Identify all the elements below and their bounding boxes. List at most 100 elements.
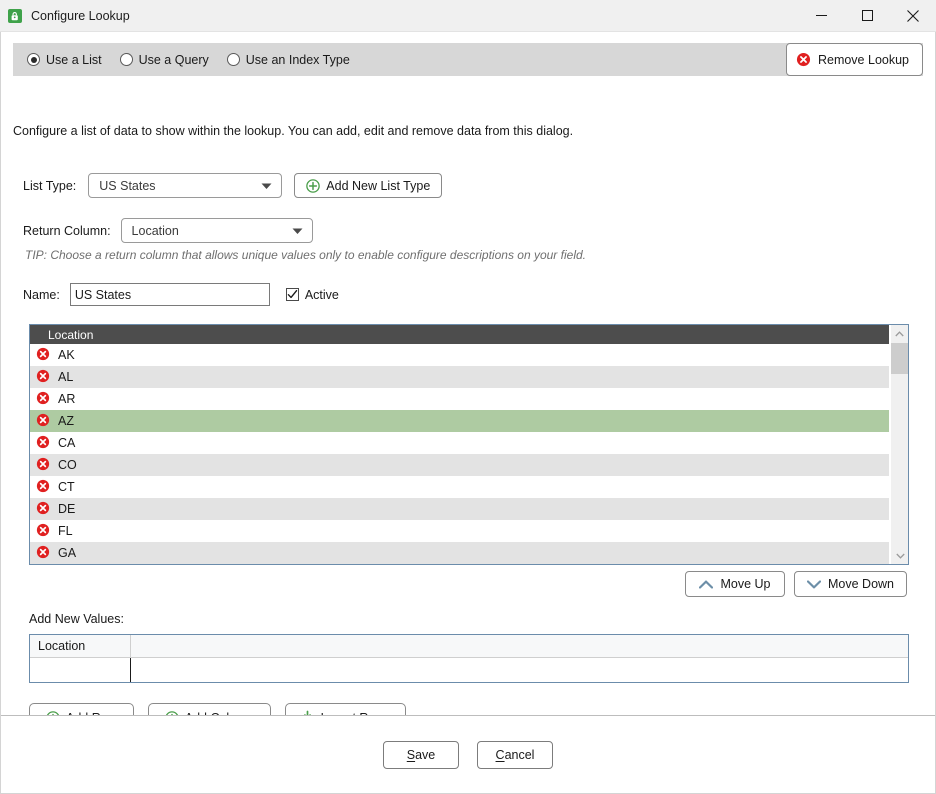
add-new-values-label: Add New Values: — [29, 612, 124, 626]
minimize-icon — [815, 15, 827, 16]
add-new-values-grid: Location — [29, 634, 909, 683]
radio-use-an-index-type[interactable]: Use an Index Type — [226, 52, 350, 67]
return-column-select[interactable]: Location — [120, 218, 313, 243]
delete-row-icon[interactable] — [36, 479, 50, 496]
table-cell-location: FL — [58, 524, 73, 538]
new-values-column-header[interactable]: Location — [30, 635, 131, 657]
move-down-button[interactable]: Move Down — [794, 571, 907, 597]
remove-lookup-label: Remove Lookup — [817, 52, 909, 67]
scroll-up-button[interactable] — [891, 325, 908, 342]
return-column-row: Return Column: Location — [23, 218, 313, 243]
chevron-down-icon — [261, 179, 272, 193]
cancel-button[interactable]: Cancel — [477, 740, 553, 769]
new-values-header-spacer — [131, 635, 139, 657]
active-label: Active — [304, 287, 339, 302]
save-label-rest: ave — [415, 747, 436, 762]
grid-vertical-scrollbar[interactable] — [890, 325, 908, 564]
green-plus-circle-icon — [306, 178, 321, 193]
new-values-entry-row[interactable] — [30, 658, 908, 682]
save-accel: S — [406, 747, 416, 762]
table-row[interactable]: DE — [30, 498, 889, 520]
delete-row-icon[interactable] — [36, 523, 50, 540]
list-type-row: List Type: US States Add New List Type — [23, 173, 443, 198]
radio-unselected-icon — [119, 53, 133, 66]
chevron-down-icon — [895, 553, 905, 559]
table-cell-location: CA — [58, 436, 76, 450]
return-column-tip: TIP: Choose a return column that allows … — [25, 248, 586, 262]
table-row[interactable]: AZ — [30, 410, 889, 432]
move-down-label: Move Down — [828, 577, 894, 591]
name-row: Name: Active — [23, 283, 339, 306]
list-type-select[interactable]: US States — [88, 173, 283, 198]
dialog-content: Use a List Use a Query Use an Index Type… — [1, 32, 935, 732]
table-row[interactable]: AR — [30, 388, 889, 410]
radio-use-a-list-label: Use a List — [46, 52, 102, 67]
close-button[interactable] — [890, 0, 936, 31]
lookup-values-grid: Location AK AL AR AZ CA CO CT DE FL GA — [29, 324, 909, 565]
cancel-accel: C — [495, 747, 505, 762]
chevron-up-icon — [895, 330, 904, 336]
delete-row-icon[interactable] — [36, 391, 50, 408]
radio-use-an-index-type-label: Use an Index Type — [245, 52, 350, 67]
delete-row-icon[interactable] — [36, 501, 50, 518]
grid-column-header[interactable]: Location — [30, 325, 889, 344]
grid-row-list: AK AL AR AZ CA CO CT DE FL GA — [30, 344, 908, 564]
table-row[interactable]: FL — [30, 520, 889, 542]
active-checkbox-wrap[interactable]: Active — [285, 287, 339, 302]
new-values-column-header-label: Location — [38, 639, 86, 653]
lookup-app-icon — [7, 8, 23, 24]
delete-row-icon[interactable] — [36, 413, 50, 430]
configure-lookup-dialog: Use a List Use a Query Use an Index Type… — [0, 32, 936, 794]
table-row[interactable]: AL — [30, 366, 889, 388]
table-row[interactable]: CT — [30, 476, 889, 498]
list-type-value: US States — [99, 178, 156, 193]
table-cell-location: AZ — [58, 414, 74, 428]
chevron-down-icon — [292, 224, 303, 238]
save-button[interactable]: Save — [383, 740, 459, 769]
chevron-up-icon — [699, 580, 714, 589]
delete-row-icon[interactable] — [36, 435, 50, 452]
new-values-header-row: Location — [30, 635, 908, 658]
cancel-label-rest: ancel — [504, 747, 535, 762]
scroll-down-button[interactable] — [891, 547, 908, 564]
window-controls — [798, 0, 936, 31]
table-row[interactable]: GA — [30, 542, 889, 564]
list-type-label: List Type: — [23, 178, 77, 193]
table-row[interactable]: CO — [30, 454, 889, 476]
move-up-button[interactable]: Move Up — [685, 571, 785, 597]
name-label: Name: — [23, 287, 60, 302]
table-row[interactable]: CA — [30, 432, 889, 454]
radio-use-a-list[interactable]: Use a List — [27, 53, 102, 67]
red-x-circle-icon — [796, 52, 811, 67]
delete-row-icon[interactable] — [36, 347, 50, 364]
return-column-label: Return Column: — [23, 223, 111, 238]
table-row[interactable]: AK — [30, 344, 889, 366]
dialog-description: Configure a list of data to show within … — [13, 124, 574, 138]
active-checkbox[interactable] — [285, 288, 299, 301]
chevron-down-icon — [807, 579, 821, 588]
grid-column-header-label: Location — [48, 327, 94, 342]
table-cell-location: GA — [58, 546, 77, 560]
delete-row-icon[interactable] — [36, 457, 50, 474]
scroll-thumb[interactable] — [891, 343, 908, 374]
close-icon — [907, 9, 919, 22]
table-cell-location: CO — [58, 458, 77, 472]
maximize-button[interactable] — [844, 0, 890, 31]
delete-row-icon[interactable] — [36, 369, 50, 386]
table-cell-location: AR — [58, 392, 76, 406]
add-new-list-type-button[interactable]: Add New List Type — [294, 173, 443, 198]
maximize-icon — [861, 10, 873, 21]
remove-lookup-button[interactable]: Remove Lookup — [785, 43, 923, 76]
radio-use-a-query[interactable]: Use a Query — [119, 52, 209, 67]
return-column-value: Location — [131, 223, 179, 238]
checkmark-icon — [287, 289, 298, 299]
new-values-entry-cell[interactable] — [30, 658, 131, 682]
radio-selected-icon — [27, 53, 40, 66]
name-input[interactable] — [69, 283, 270, 306]
window-title: Configure Lookup — [31, 8, 130, 23]
radio-unselected-icon — [226, 53, 240, 66]
add-new-list-type-label: Add New List Type — [326, 178, 431, 193]
radio-use-a-query-label: Use a Query — [138, 52, 209, 67]
minimize-button[interactable] — [798, 0, 844, 31]
delete-row-icon[interactable] — [36, 545, 50, 562]
